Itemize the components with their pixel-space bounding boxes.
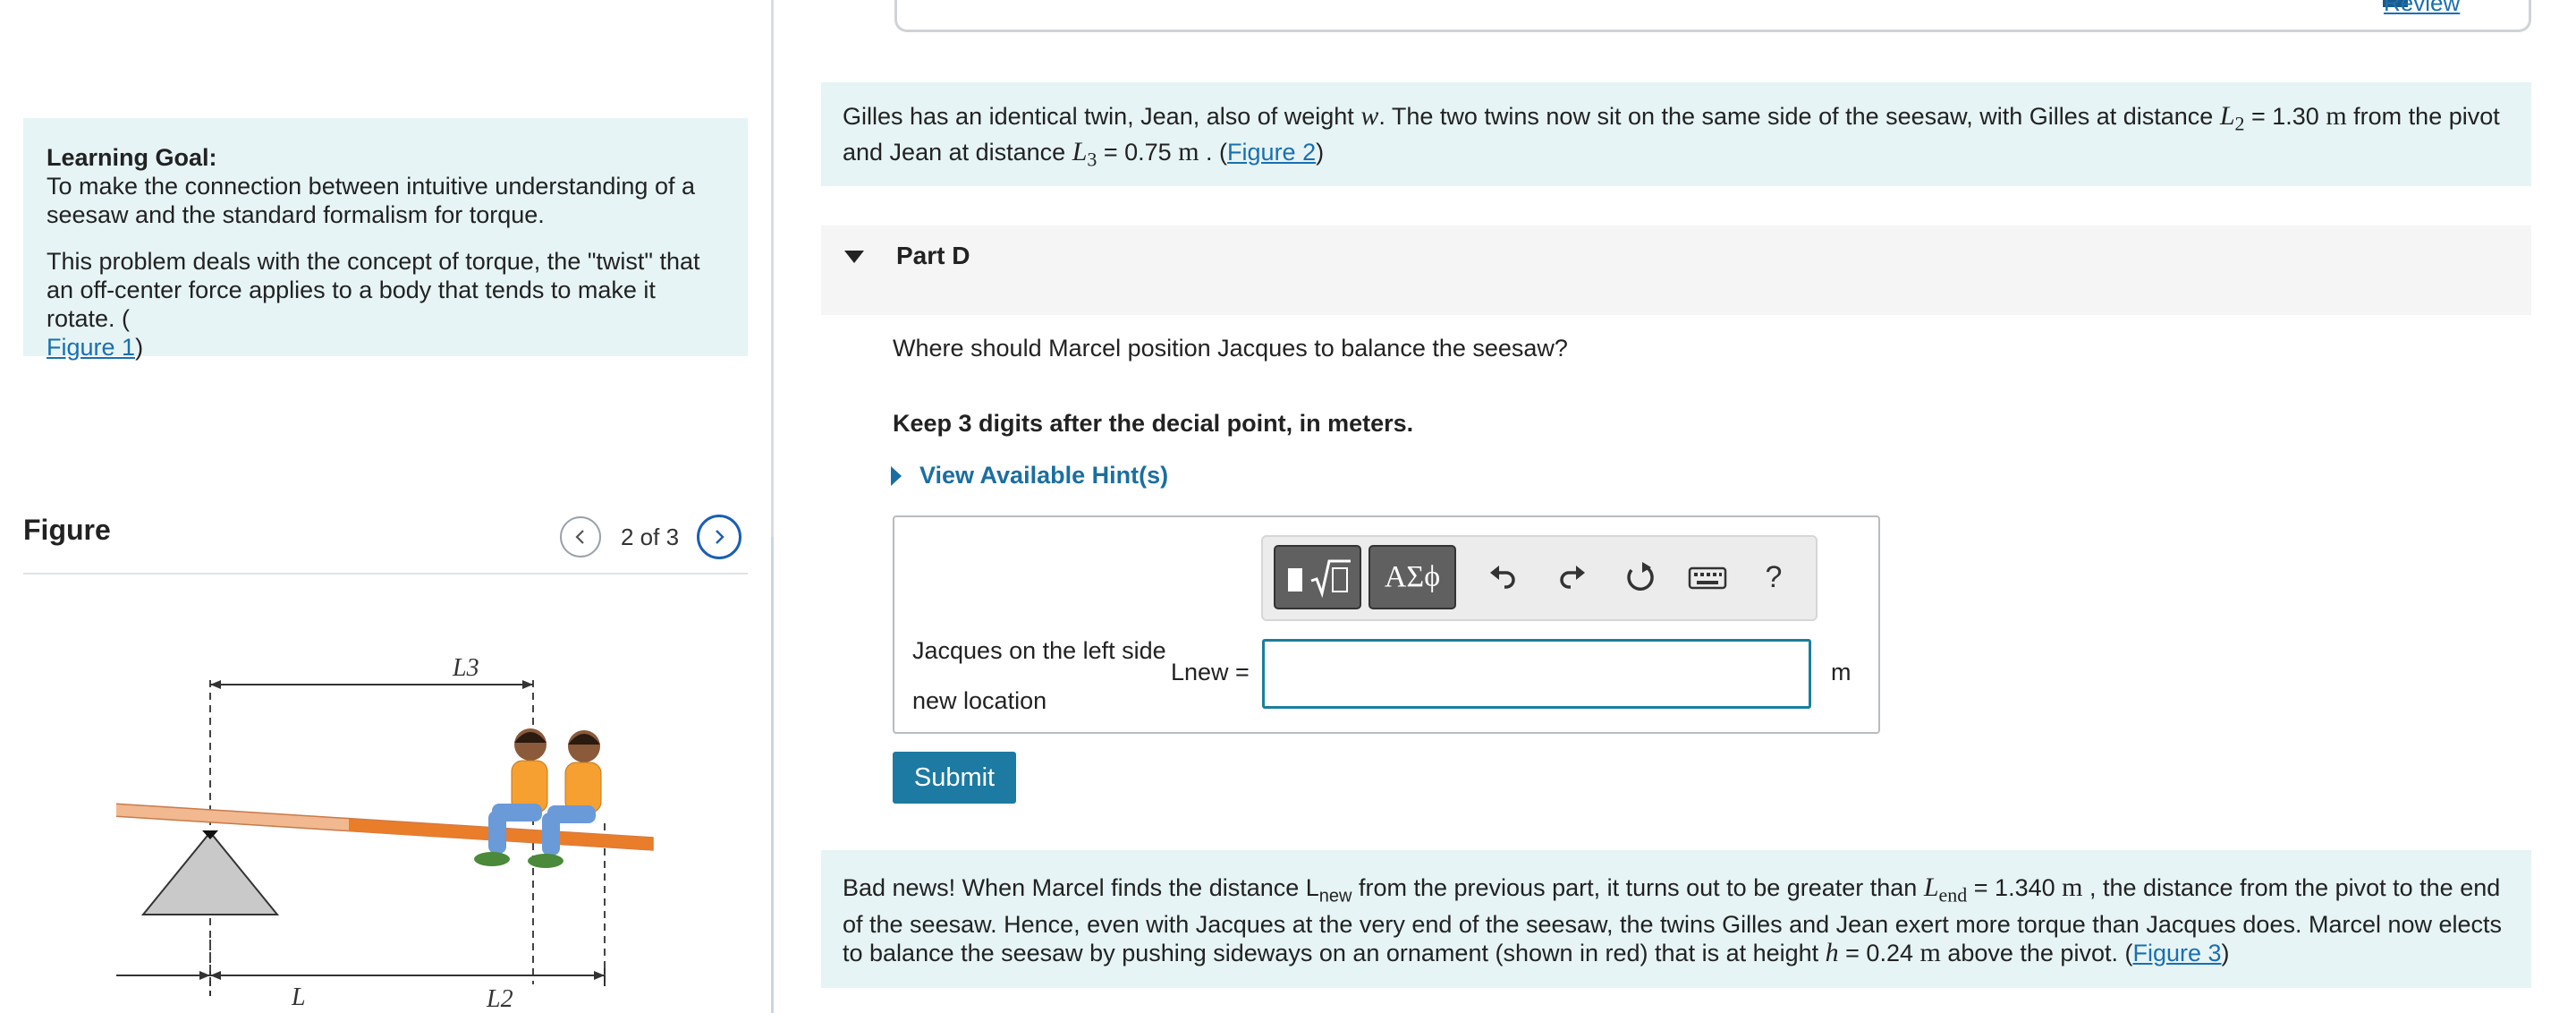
- followup-info-box: Bad news! When Marcel finds the distance…: [821, 850, 2531, 988]
- l3-symbol: L: [1072, 137, 1088, 167]
- l-label: L: [291, 983, 306, 1011]
- greek-symbols-button[interactable]: ΑΣϕ: [1368, 545, 1456, 609]
- hint-label: View Available Hint(s): [919, 462, 1169, 489]
- answer-label-1: Jacques on the left side: [912, 637, 1166, 664]
- panel-divider-scroll: [771, 537, 774, 1013]
- figure-divider: [23, 573, 748, 575]
- weight-symbol: w: [1360, 101, 1379, 131]
- learning-goal-title: Learning Goal:: [47, 144, 217, 171]
- info-text: Bad news! When Marcel finds the distance…: [843, 874, 1319, 901]
- learning-goal-text: To make the connection between intuitive…: [47, 173, 695, 228]
- l3-label: L3: [452, 654, 479, 682]
- h-value: = 0.24: [1838, 940, 1920, 967]
- unit-m: m: [1178, 137, 1199, 167]
- learning-goal-description: This problem deals with the concept of t…: [47, 247, 724, 362]
- l2-subscript: 2: [2234, 112, 2245, 135]
- part-d-header[interactable]: [821, 226, 2531, 315]
- previous-figure-button[interactable]: [560, 516, 601, 558]
- next-figure-button[interactable]: [697, 515, 742, 559]
- keyboard-button[interactable]: [1685, 555, 1730, 600]
- collapse-triangle-icon[interactable]: [844, 251, 864, 263]
- l2-symbol: L: [2219, 101, 2235, 131]
- l2-label: L2: [486, 985, 513, 1013]
- l3-subscript: 3: [1087, 148, 1097, 171]
- pivot-triangle: [140, 830, 280, 915]
- chevron-left-icon: [575, 530, 584, 544]
- previous-part-frame: [894, 0, 2531, 32]
- lend-subscript: end: [1938, 883, 1968, 907]
- info-text: . (: [1199, 139, 1228, 166]
- review-link[interactable]: Review: [2384, 0, 2460, 17]
- info-text: above the pivot. (: [1940, 940, 2133, 967]
- redo-button[interactable]: [1549, 555, 1594, 600]
- redo-icon: [1560, 566, 1585, 589]
- seesaw-figure: L3 L L2: [116, 654, 654, 1013]
- instruction-text: Keep 3 digits after the decial point, in…: [893, 410, 1414, 437]
- submit-button[interactable]: Submit: [893, 752, 1016, 804]
- question-text: Where should Marcel position Jacques to …: [893, 335, 1568, 362]
- info-text: from the previous part, it turns out to …: [1352, 874, 1924, 901]
- l2-value: = 1.30: [2244, 103, 2326, 130]
- unit-m: m: [2062, 873, 2083, 902]
- figure-2-link[interactable]: Figure 2: [1227, 139, 1316, 166]
- problem-info-box: Gilles has an identical twin, Jean, also…: [821, 82, 2531, 186]
- figure-title: Figure: [23, 514, 111, 546]
- lnew-subscript: new: [1318, 886, 1352, 907]
- figure-navigation: 2 of 3: [560, 514, 742, 560]
- unit-label: m: [1831, 659, 1852, 685]
- reset-button[interactable]: [1617, 555, 1662, 600]
- lnew-label: Lnew =: [1171, 659, 1250, 685]
- undo-button[interactable]: [1481, 555, 1526, 600]
- view-hints-toggle[interactable]: View Available Hint(s): [891, 462, 1168, 489]
- figure-1-link[interactable]: Figure 1: [47, 334, 135, 361]
- templates-button[interactable]: [1274, 545, 1361, 609]
- learning-goal-box: Learning Goal: To make the connection be…: [23, 118, 748, 361]
- help-button[interactable]: ?: [1751, 555, 1796, 600]
- fraction-root-icon: [1288, 559, 1351, 599]
- info-text: ): [2221, 940, 2230, 967]
- unit-m: m: [1919, 938, 1941, 968]
- unit-m: m: [2326, 101, 2347, 131]
- description-end: ): [135, 334, 144, 361]
- expand-triangle-icon: [891, 465, 902, 486]
- reset-icon: [1627, 562, 1654, 592]
- answer-label-2: new location: [912, 687, 1047, 714]
- person-gilles: [474, 728, 548, 866]
- figure-counter: 2 of 3: [621, 523, 680, 550]
- info-text: . The two twins now sit on the same side…: [1378, 103, 2220, 130]
- undo-icon: [1490, 566, 1515, 589]
- lnew-input[interactable]: [1262, 639, 1811, 709]
- left-panel: Learning Goal: To make the connection be…: [0, 0, 771, 1013]
- keyboard-icon: [1688, 566, 1727, 590]
- lend-symbol: L: [1923, 873, 1939, 902]
- h-symbol: h: [1825, 938, 1839, 968]
- info-text: Gilles has an identical twin, Jean, also…: [843, 103, 1361, 130]
- part-title: Part D: [896, 242, 970, 269]
- description-text: This problem deals with the concept of t…: [47, 248, 700, 332]
- l3-value: = 0.75: [1097, 139, 1179, 166]
- chevron-right-icon: [716, 530, 724, 544]
- figure-3-link[interactable]: Figure 3: [2132, 940, 2221, 966]
- lend-value: = 1.340: [1967, 874, 2063, 901]
- info-text: ): [1316, 139, 1325, 166]
